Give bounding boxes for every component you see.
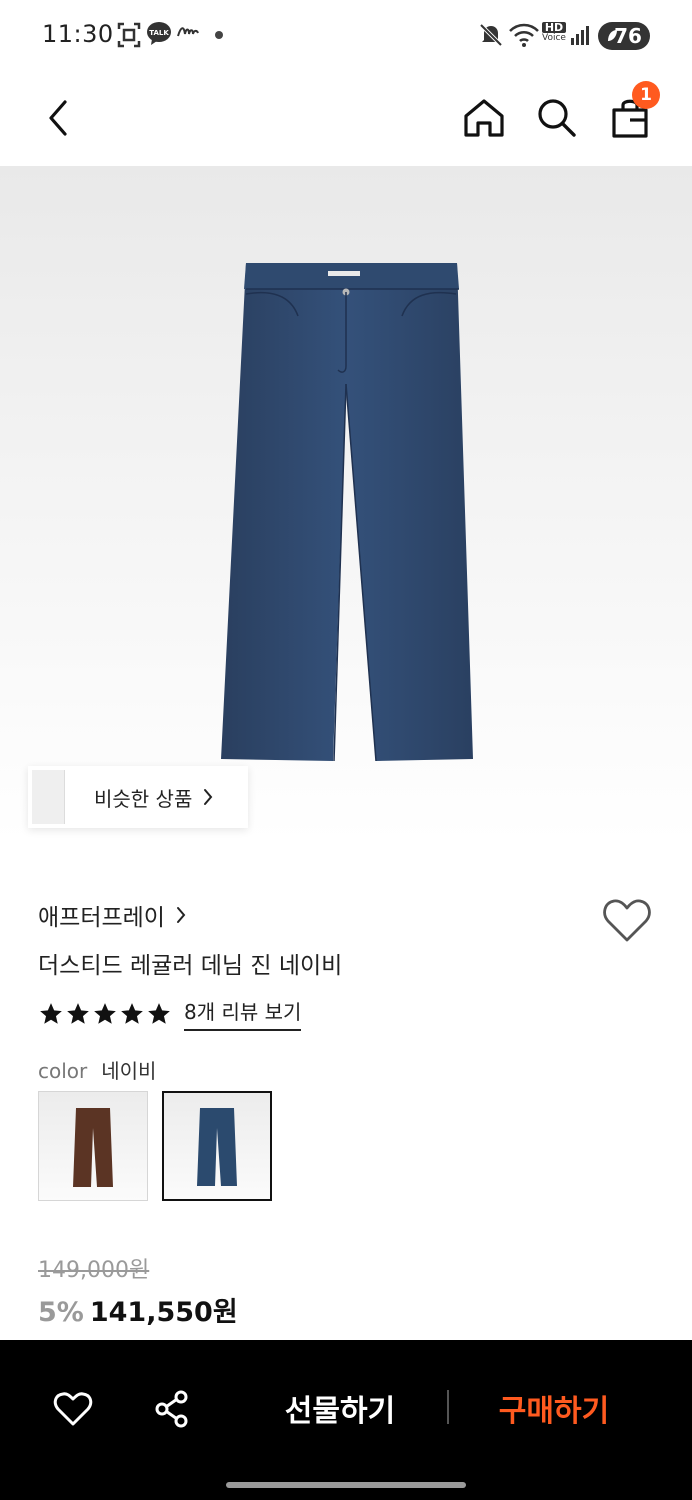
- cart-count-badge: 1: [632, 81, 660, 109]
- product-name: 더스티드 레귤러 데님 진 네이비: [38, 953, 343, 979]
- leaf-icon: [608, 30, 617, 41]
- similar-thumbnails: [28, 766, 84, 828]
- star-icon: [148, 1002, 170, 1024]
- home-indicator[interactable]: [226, 1482, 466, 1488]
- brand-link[interactable]: 애프터프레이: [38, 898, 187, 932]
- heart-icon: [53, 1392, 93, 1426]
- similar-products-label: 비슷한 상품: [94, 786, 193, 811]
- price-row: 5% 141,550원: [38, 1290, 238, 1329]
- signal-icon: [571, 26, 589, 45]
- color-option-navy[interactable]: [162, 1091, 272, 1201]
- back-button[interactable]: [28, 88, 88, 148]
- status-time: 11:30: [42, 20, 114, 48]
- search-icon: [538, 99, 576, 137]
- star-icon: [121, 1002, 143, 1024]
- final-price: 141,550원: [89, 1297, 238, 1328]
- svg-text:TALK: TALK: [149, 29, 169, 37]
- rating-row: 8개 리뷰 보기: [38, 996, 302, 1031]
- home-icon: [464, 99, 504, 137]
- navy-jeans-thumbnail: [197, 1108, 237, 1186]
- battery-level: 76: [614, 24, 642, 48]
- similar-products-button[interactable]: 비슷한 상품: [28, 766, 248, 828]
- color-label: color: [38, 1059, 88, 1083]
- jeans-image: [221, 263, 473, 762]
- chevron-right-icon: [176, 907, 186, 923]
- discount-rate: 5%: [38, 1297, 84, 1328]
- chevron-left-icon: [49, 100, 67, 136]
- status-bar: 11:30 TALK HD Voice 76: [0, 0, 692, 70]
- divider: [447, 1390, 449, 1424]
- color-option-brown[interactable]: [38, 1091, 148, 1201]
- wishlist-button[interactable]: [600, 896, 654, 946]
- product-image[interactable]: [0, 166, 692, 842]
- screenshot-icon: [117, 22, 141, 48]
- search-button[interactable]: [527, 88, 587, 148]
- star-icon: [94, 1002, 116, 1024]
- heart-icon: [603, 899, 651, 942]
- dot-icon: [215, 31, 223, 39]
- share-button[interactable]: [147, 1384, 197, 1434]
- star-rating: [38, 1001, 172, 1027]
- color-row: color 네이비: [38, 1055, 156, 1084]
- home-button[interactable]: [454, 88, 514, 148]
- share-icon: [155, 1390, 188, 1428]
- hd-voice-icon: HD Voice: [542, 21, 566, 43]
- app-header: [0, 70, 692, 166]
- color-value: 네이비: [101, 1059, 157, 1083]
- brown-jeans-thumbnail: [73, 1108, 113, 1187]
- bottom-wishlist-button[interactable]: [48, 1384, 98, 1434]
- wifi-icon: [509, 23, 539, 47]
- star-icon: [67, 1002, 89, 1024]
- app-icon: [177, 27, 199, 37]
- mute-icon: [479, 23, 503, 47]
- chevron-right-icon: [204, 789, 213, 805]
- gift-button[interactable]: 선물하기: [270, 1380, 410, 1436]
- star-icon: [40, 1002, 62, 1024]
- original-price: 149,000원: [38, 1258, 150, 1283]
- buy-button[interactable]: 구매하기: [484, 1380, 624, 1436]
- review-link[interactable]: 8개 리뷰 보기: [184, 996, 302, 1031]
- bottom-action-bar: 선물하기 구매하기: [0, 1340, 692, 1500]
- kakaotalk-icon: TALK: [147, 22, 171, 45]
- battery-indicator: 76: [598, 22, 650, 50]
- brand-name: 애프터프레이: [38, 905, 165, 931]
